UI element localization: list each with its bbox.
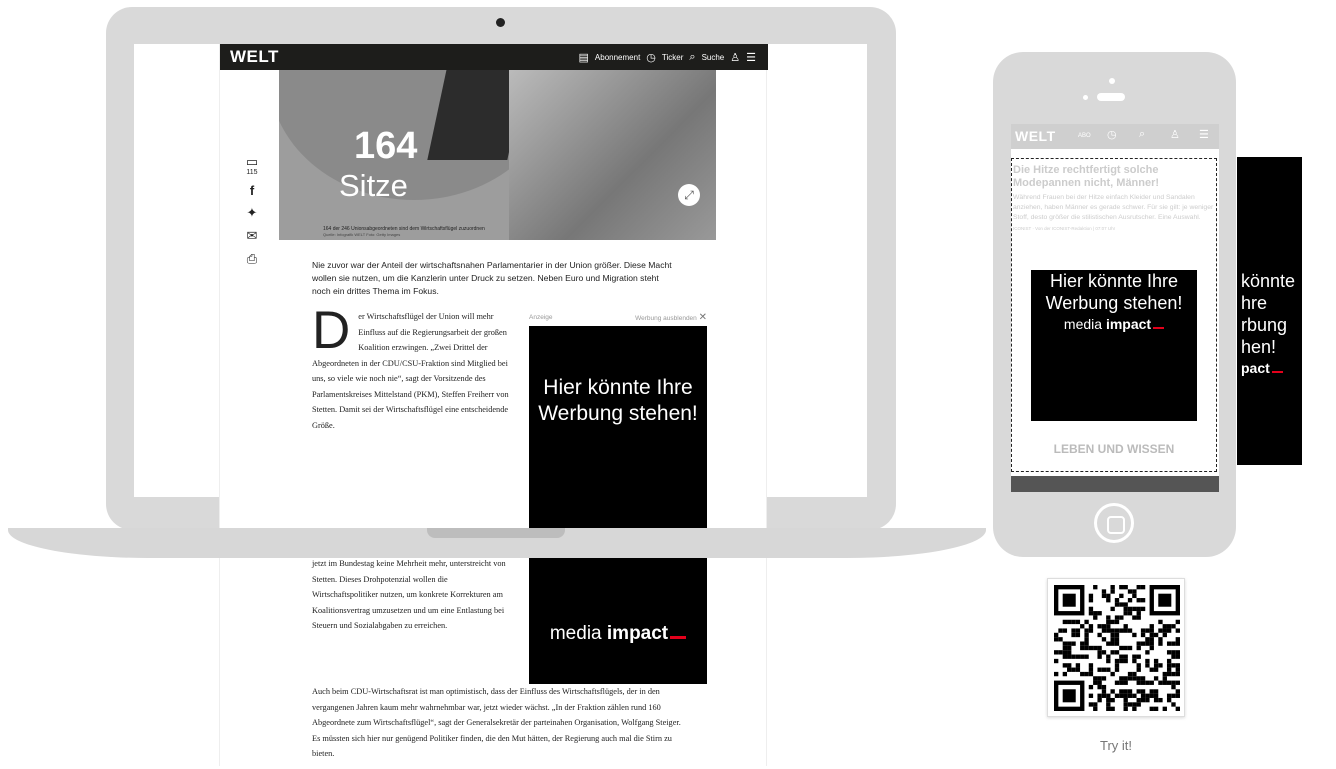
ad-frame-outline [1011,158,1217,472]
hero-label: Sitze [339,168,408,203]
site-header: WELT ▤ Abonnement ◷ Ticker ⌕ Suche ♙ ☰ [220,44,768,70]
mobile-header: WELT ABO ◷ ⌕ ♙ ☰ [1011,124,1219,149]
body-text-lower: jetzt im Bundestag keine Mehrheit mehr, … [312,559,506,630]
expand-icon[interactable]: ⤢ [678,184,700,206]
media-impact-logo: media impact [529,623,707,645]
search-icon[interactable]: ⌕ [1139,128,1145,141]
subscription-link[interactable]: Abonnement [595,53,640,62]
drop-cap: D [312,301,351,360]
mail-icon[interactable]: ✉ [242,228,262,244]
search-link[interactable]: Suche [702,53,725,62]
close-icon[interactable]: ✕ [699,312,707,323]
header-nav: ▤ Abonnement ◷ Ticker ⌕ Suche ♙ ☰ [579,44,756,70]
laptop-base [8,528,986,558]
teaser-image [1011,476,1219,492]
article-body: D er Wirtschaftsflügel der Union will me… [312,301,512,433]
ticker-icon[interactable]: ◷ [1107,128,1117,141]
speaker-icon [1097,93,1125,101]
eagle-photo [509,70,716,240]
camera-icon [1109,78,1115,84]
ad-message-fragment: könnte hre rbung hen! [1241,271,1296,357]
comment-count: 115 [246,169,258,176]
menu-icon[interactable]: ☰ [1199,128,1209,141]
article-body-lower: jetzt im Bundestag keine Mehrheit mehr, … [312,556,512,634]
comment-icon[interactable]: ▭ [242,154,262,170]
ad-label: Anzeige [529,313,553,321]
facebook-icon[interactable]: f [242,183,262,198]
phone-screen: WELT ABO ◷ ⌕ ♙ ☰ Die Hitze rechtfertigt … [1011,124,1219,492]
welt-logo[interactable]: WELT [230,47,279,67]
article-body-continued: Auch beim CDU-Wirtschaftsrat ist man opt… [312,687,681,758]
qr-caption: Try it! [1099,738,1132,753]
ad-banner[interactable]: Hier könnte Ihre Werbung stehen! media i… [529,326,707,684]
abo-link[interactable]: ABO [1078,133,1091,139]
sensor-icon [1083,95,1088,100]
ad-header: Anzeige Werbung ausblenden ✕ [529,309,707,325]
hide-ad-link[interactable]: Werbung ausblenden [635,315,697,322]
media-impact-logo: pact [1241,360,1302,376]
search-icon[interactable]: ⌕ [689,51,695,64]
ad-slot: Anzeige Werbung ausblenden ✕ Hier könnte… [529,309,707,684]
menu-icon[interactable]: ☰ [746,51,756,64]
twitter-icon[interactable]: ✦ [242,205,262,221]
qr-code[interactable] [1047,578,1185,717]
camera-icon [496,18,505,27]
ticker-icon[interactable]: ◷ [646,51,656,64]
ad-message: Hier könnte Ihre Werbung stehen! [538,376,698,425]
screen-margin [767,44,867,497]
newspaper-icon[interactable]: ▤ [579,51,589,64]
print-icon[interactable]: ⎙ [242,251,262,267]
section-button[interactable]: LEBEN UND WISSEN [1041,442,1187,456]
article-page: WELT ▤ Abonnement ◷ Ticker ⌕ Suche ♙ ☰ 1… [219,44,768,766]
ticker-link[interactable]: Ticker [662,53,683,62]
hero-image: 164 Sitze ⤢ 164 der 246 Unionsabgeordnet… [279,70,716,240]
hero-credit: Quelle: Infografik WELT Foto: Getty Imag… [323,232,401,237]
user-icon[interactable]: ♙ [730,51,740,64]
hero-number: 164 [354,125,418,167]
ad-extension: könnte hre rbung hen! pact [1237,157,1302,465]
home-button[interactable] [1094,503,1134,543]
user-icon[interactable]: ♙ [1170,128,1180,141]
article-lead: Nie zuvor war der Anteil der wirtschafts… [312,260,672,296]
share-bar: ▭ 115 f ✦ ✉ ⎙ [242,154,262,274]
welt-logo[interactable]: WELT [1015,128,1056,144]
screen-margin [134,44,220,497]
